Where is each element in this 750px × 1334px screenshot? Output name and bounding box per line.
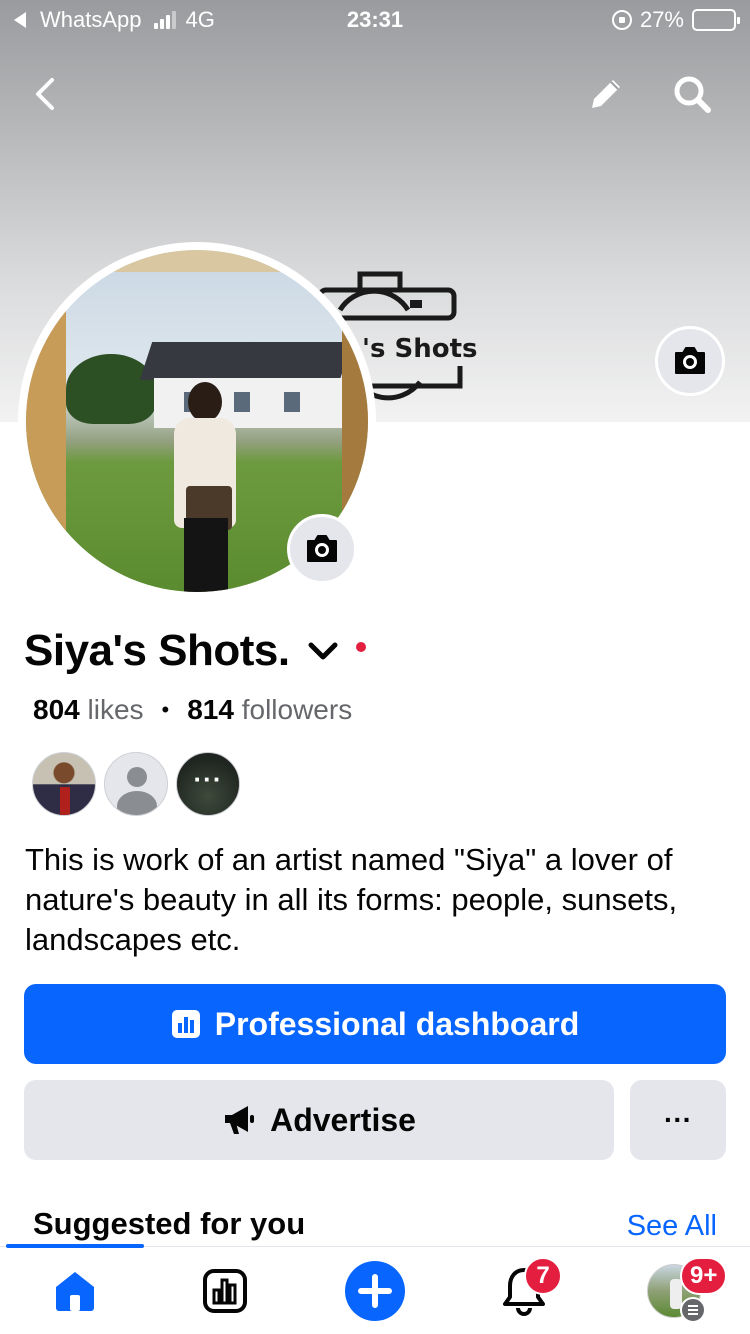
followers-count[interactable]: 814 [187,694,234,726]
megaphone-icon [225,1106,255,1134]
pencil-icon [592,80,620,108]
more-followers-button[interactable]: ··· [176,752,240,816]
battery-icon [692,9,740,31]
plus-circle-icon [345,1261,405,1321]
page-stats: 804 likes • 814 followers [33,694,352,726]
advertise-button[interactable]: Advertise [24,1080,614,1160]
see-all-link[interactable]: See All [627,1210,717,1243]
page-name-row[interactable]: Siya's Shots. [24,626,366,676]
menu-lines-icon [680,1297,706,1323]
followers-label[interactable]: followers [242,694,352,726]
tab-home[interactable] [47,1263,103,1319]
tab-professional-dashboard[interactable] [197,1263,253,1319]
chevron-left-icon [36,78,54,110]
search-icon [674,76,711,113]
status-bar: WhatsApp 4G 23:31 27% [0,0,750,40]
page-name: Siya's Shots. [24,626,290,675]
suggested-section-title: Suggested for you [33,1206,306,1241]
tab-create[interactable] [343,1259,407,1323]
search-button[interactable] [666,68,718,120]
chevron-down-icon[interactable] [306,634,340,668]
dashboard-icon [171,1010,200,1038]
professional-dashboard-label: Professional dashboard [214,1005,580,1042]
battery-percent: 27% [639,7,684,32]
bottom-tab-bar: 7 9+ [0,1244,750,1334]
tab-notifications[interactable]: 7 [496,1257,562,1319]
home-icon [56,1272,94,1311]
menu-badge: 9+ [680,1257,728,1295]
likes-label: likes [87,694,144,725]
edit-profile-picture-button[interactable] [287,514,357,584]
likes-count: 804 [33,694,80,725]
edit-cover-photo-button[interactable] [655,326,725,396]
separator-dot: • [161,697,170,722]
back-button[interactable] [20,68,72,120]
professional-dashboard-button[interactable]: Professional dashboard [24,984,726,1064]
notifications-badge: 7 [524,1257,562,1295]
default-avatar-icon[interactable] [104,752,168,816]
advertise-label: Advertise [270,1101,416,1138]
orientation-lock-icon [611,10,632,30]
more-options-button[interactable]: ··· [630,1080,726,1160]
active-tab-indicator [6,1244,144,1248]
follower-avatars[interactable]: ··· [32,752,240,816]
cover-logo-text: 's Shots [362,334,478,364]
dashboard-icon [203,1269,247,1313]
notification-dot [355,642,366,652]
camera-icon [675,347,705,374]
follower-avatar[interactable] [32,752,96,816]
edit-button[interactable] [580,68,632,120]
page-bio: This is work of an artist named "Siya" a… [25,842,678,957]
camera-icon [307,535,337,562]
more-followers-label: ··· [193,763,223,794]
more-options-label: ··· [664,1104,692,1135]
